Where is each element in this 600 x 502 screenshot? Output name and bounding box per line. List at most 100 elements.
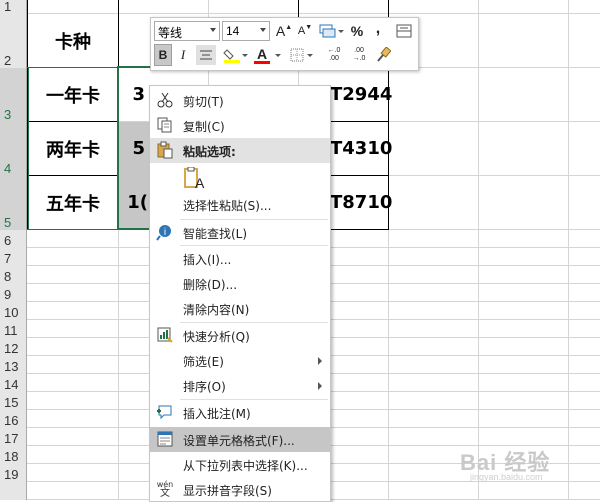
paste-option-row: A [150, 163, 330, 195]
row-header[interactable] [0, 482, 27, 500]
fill-color-button[interactable] [221, 45, 248, 65]
row-header[interactable]: 7 [0, 248, 27, 266]
row-header[interactable]: 3 [0, 68, 27, 122]
smart-lookup-icon: i [156, 225, 171, 241]
chevron-down-icon [242, 54, 248, 57]
chevron-down-icon [275, 54, 281, 57]
menu-item-delete[interactable]: 删除(D)... [150, 271, 330, 296]
card-type-cell[interactable]: 两年卡 [28, 122, 118, 175]
table-border [118, 0, 119, 67]
card-type-cell[interactable]: 一年卡 [28, 68, 118, 121]
row-header[interactable]: 6 [0, 230, 27, 248]
clipboard-icon [157, 141, 173, 159]
font-size-value: 14 [226, 24, 240, 38]
selection-outline [27, 229, 119, 230]
font-name-combo[interactable]: 等线 [154, 21, 220, 41]
value-cell[interactable]: T8710 [330, 176, 392, 229]
row-header[interactable]: 4 [0, 122, 27, 176]
percent-button[interactable]: % [349, 22, 365, 40]
submenu-arrow-icon [318, 357, 322, 365]
menu-item-sort[interactable]: 排序(O) [150, 373, 330, 398]
copy-icon [157, 117, 172, 133]
font-name-value: 等线 [158, 26, 183, 40]
row-header[interactable]: 8 [0, 266, 27, 284]
format-painter-button[interactable] [373, 45, 393, 65]
card-type-cell[interactable]: 五年卡 [28, 176, 118, 229]
row-header[interactable]: 5 [0, 176, 27, 230]
merge-center-button[interactable] [395, 22, 413, 40]
comma-style-button[interactable]: , [371, 20, 385, 38]
value-cell[interactable]: 1( [119, 176, 149, 229]
chevron-down-icon [338, 30, 344, 33]
row-header[interactable]: 18 [0, 446, 27, 464]
font-color-button[interactable]: A [253, 44, 281, 66]
row-header[interactable]: 19 [0, 464, 27, 482]
increase-decimal-button[interactable]: ←.0 .00 [323, 45, 345, 65]
menu-item-paste-special[interactable]: 选择性粘贴(S)... [150, 192, 330, 217]
menu-item-pick-from-list[interactable]: 从下拉列表中选择(K)... [150, 452, 330, 477]
phonetic-icon: wén 文 [156, 480, 174, 499]
menu-item-format-cells[interactable]: 设置单元格格式(F)... [150, 427, 330, 452]
value-cell[interactable]: 5 [119, 122, 149, 175]
merge-center-icon [396, 24, 412, 38]
row-header[interactable]: 2 [0, 14, 27, 68]
shrink-font-button[interactable]: A ▼ [296, 22, 314, 40]
borders-icon [290, 48, 304, 62]
scissors-icon [157, 92, 173, 108]
format-painter-icon [377, 47, 391, 62]
accounting-format-icon [319, 24, 336, 38]
quick-analysis-icon [157, 327, 173, 343]
menu-header-paste-options: 粘贴选项: [150, 138, 330, 163]
paste-keep-text-button[interactable]: A [182, 166, 206, 191]
row-header[interactable]: 9 [0, 284, 27, 302]
format-cells-icon [157, 431, 173, 447]
menu-item-insert-comment[interactable]: 插入批注(M) [150, 400, 330, 425]
svg-text:i: i [164, 227, 166, 238]
context-menu: 剪切(T) 复制(C) 粘贴选项: A 选择性粘贴(S)... i 智能查找(L… [149, 85, 331, 502]
row-header[interactable]: 15 [0, 392, 27, 410]
menu-item-cut[interactable]: 剪切(T) [150, 88, 330, 113]
header-cell[interactable]: 卡种 [28, 14, 118, 67]
menu-item-copy[interactable]: 复制(C) [150, 113, 330, 138]
paste-glyph: A [195, 175, 205, 191]
row-header[interactable]: 10 [0, 302, 27, 320]
row-header[interactable]: 1 [0, 0, 27, 14]
menu-item-show-phonetic[interactable]: wén 文 显示拼音字段(S) [150, 477, 330, 502]
center-align-button[interactable] [196, 45, 216, 65]
row-header[interactable]: 17 [0, 428, 27, 446]
value-cell[interactable]: T2944 [330, 68, 392, 121]
paint-bucket-icon [223, 49, 240, 63]
menu-item-clear-contents[interactable]: 清除内容(N) [150, 296, 330, 321]
chevron-down-icon [307, 54, 313, 57]
accounting-format-button[interactable] [318, 22, 344, 40]
grow-arrow-icon: ▲ [285, 23, 293, 31]
submenu-arrow-icon [318, 382, 322, 390]
font-size-combo[interactable]: 14 [222, 21, 270, 41]
row-header[interactable]: 13 [0, 356, 27, 374]
watermark-url: jingyan.baidu.com [470, 472, 543, 482]
value-cell[interactable]: 3 [119, 68, 149, 121]
italic-button[interactable]: I [175, 45, 191, 65]
menu-item-insert[interactable]: 插入(I)... [150, 246, 330, 271]
value-cell[interactable]: T4310 [330, 122, 392, 175]
menu-item-smart-lookup[interactable]: i 智能查找(L) [150, 220, 330, 245]
comment-icon [157, 405, 172, 420]
font-color-swatch [254, 60, 270, 64]
menu-item-quick-analysis[interactable]: 快速分析(Q) [150, 323, 330, 348]
mini-toolbar: 等线 14 A ▲ A ▼ % , B I A ←.0 .00 .00 →.0 [150, 17, 419, 71]
row-header[interactable]: 12 [0, 338, 27, 356]
menu-item-filter[interactable]: 筛选(E) [150, 348, 330, 373]
column-gridline [568, 0, 569, 500]
row-header[interactable]: 11 [0, 320, 27, 338]
chevron-down-icon [260, 28, 266, 32]
borders-button[interactable] [287, 45, 313, 65]
table-border [329, 229, 389, 230]
shrink-arrow-icon: ▼ [305, 23, 313, 31]
bold-button[interactable]: B [154, 44, 172, 66]
chevron-down-icon [210, 28, 216, 32]
row-header[interactable]: 16 [0, 410, 27, 428]
decrease-decimal-button[interactable]: .00 →.0 [348, 45, 370, 65]
phonetic-bottom-text: 文 [160, 488, 170, 499]
grow-font-button[interactable]: A ▲ [275, 22, 293, 40]
row-header[interactable]: 14 [0, 374, 27, 392]
